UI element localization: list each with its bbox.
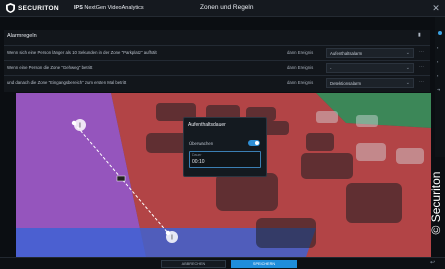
brand-name: SECURITON — [18, 4, 59, 12]
more-icon[interactable]: ⋯ — [419, 64, 424, 70]
watermark-text: © Securiton — [429, 171, 443, 234]
close-icon[interactable]: ✕ — [430, 2, 442, 14]
rule-text: Wenn sich eine Person länger als 10 Seku… — [7, 50, 157, 55]
rule-action-select[interactable]: - ⌄ — [326, 63, 414, 73]
product-name-rest: NextGen VideoAnalytics — [84, 5, 144, 11]
back-arrow-icon[interactable]: ↩ — [430, 259, 435, 266]
side-rail: ▪ ▪ ▪ ➔ — [435, 17, 445, 157]
duration-field-label: Dauer — [192, 153, 202, 157]
rail-indicator-icon[interactable] — [438, 31, 442, 35]
rule-then-label: dann Ereignis — [287, 65, 314, 70]
footer-bar: ABBRECHEN SPEICHERN ↩ — [0, 257, 445, 269]
rule-text: und danach die Zone "Eingangsbereich" zu… — [7, 80, 127, 85]
line-marker-icon[interactable]: I — [166, 231, 178, 243]
cancel-button[interactable]: ABBRECHEN — [161, 260, 226, 268]
page-title: Zonen und Regeln — [200, 4, 254, 11]
brand: SECURITON — [6, 3, 59, 13]
rule-then-label: dann Ereignis — [287, 50, 314, 55]
rule-row: und danach die Zone "Eingangsbereich" zu… — [4, 75, 430, 89]
rail-item-icon[interactable]: ▪ — [437, 59, 438, 64]
rule-row: Wenn eine Person die Zone "Gehweg" betri… — [4, 60, 430, 74]
monitor-label: Überwachen — [189, 141, 214, 146]
rule-action-value: Detektionsalarm — [330, 81, 362, 86]
rule-action-value: - — [330, 66, 332, 71]
chevron-down-icon: ⌄ — [405, 80, 410, 86]
top-bar: SECURITON IPS NextGen VideoAnalytics Zon… — [0, 0, 445, 17]
alarm-rules-panel: Alarmregeln ▮ Wenn sich eine Person läng… — [4, 30, 430, 92]
more-icon[interactable]: ⋯ — [419, 79, 424, 85]
rule-row: Wenn sich eine Person länger als 10 Seku… — [4, 45, 430, 59]
product-name: IPS NextGen VideoAnalytics — [74, 5, 144, 11]
rail-item-icon[interactable]: ▪ — [437, 45, 438, 50]
chevron-down-icon: ⌄ — [405, 65, 410, 71]
dwell-time-popup: Aufenthaltsdauer Überwachen Dauer 00:10 — [183, 117, 267, 177]
popup-title: Aufenthaltsdauer — [188, 122, 226, 128]
save-button[interactable]: SPEICHERN — [231, 260, 297, 268]
more-icon[interactable]: ⋯ — [419, 49, 424, 55]
marker-label: I — [171, 235, 173, 242]
rules-title: Alarmregeln — [7, 33, 37, 39]
shield-logo-icon — [6, 3, 15, 13]
duration-field[interactable]: Dauer 00:10 — [189, 151, 261, 168]
line-marker-icon[interactable]: I — [74, 119, 86, 131]
rule-action-select[interactable]: Aufenthaltsalarm ⌄ — [326, 48, 414, 58]
marker-label: I — [79, 123, 81, 130]
rule-action-value: Aufenthaltsalarm — [330, 51, 363, 56]
rule-text: Wenn eine Person die Zone "Gehweg" betri… — [7, 65, 93, 70]
monitor-toggle[interactable] — [248, 140, 260, 146]
rule-then-label: dann Ereignis — [287, 80, 314, 85]
duration-field-value: 00:10 — [192, 159, 205, 165]
rail-item-icon[interactable]: ➔ — [437, 87, 440, 92]
rail-item-icon[interactable]: ▪ — [437, 73, 438, 78]
product-name-bold: IPS — [74, 5, 83, 11]
watermark: © Securiton — [427, 150, 445, 255]
pin-icon[interactable]: ▮ — [418, 32, 421, 38]
rule-action-select[interactable]: Detektionsalarm ⌄ — [326, 78, 414, 88]
chevron-down-icon: ⌄ — [405, 50, 410, 56]
